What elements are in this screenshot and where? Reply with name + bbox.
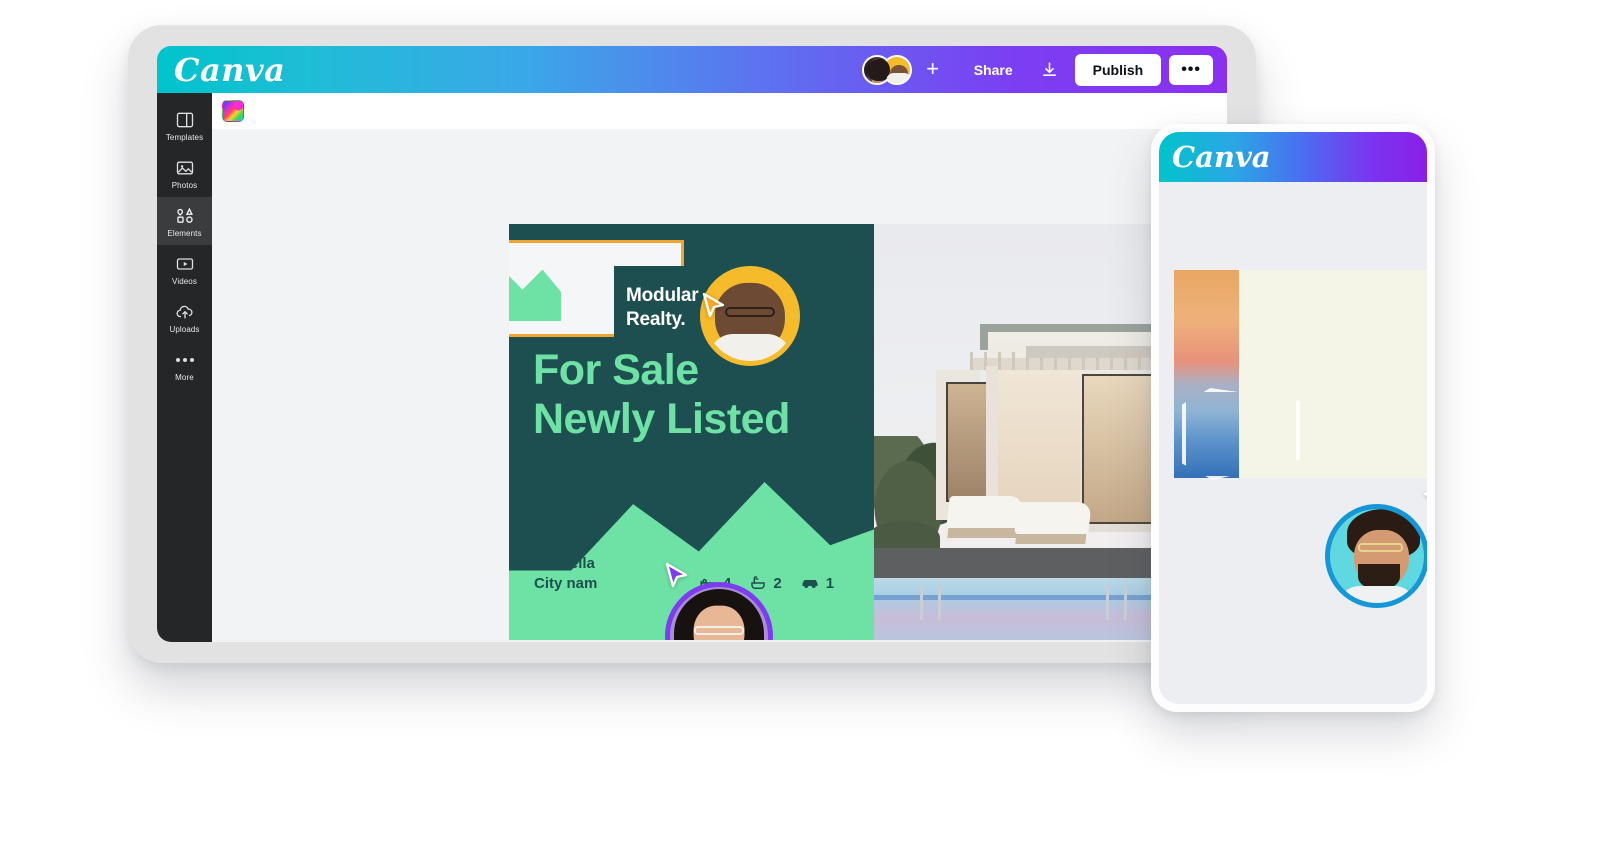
photo-pool-rail [1124, 586, 1127, 620]
sidebar-item-label: Templates [165, 133, 204, 142]
address-line-1: 31 Stella [534, 555, 595, 572]
phone-canva-logo[interactable]: Canva [1172, 140, 1271, 174]
phone-canva-top-bar: Canva [1159, 132, 1427, 182]
photo-pool-rail [920, 586, 923, 620]
spec-value: 1 [825, 574, 835, 592]
uploads-icon [176, 305, 193, 319]
design-artboard[interactable]: For Sale Newly Listed 31 Stella City nam [509, 224, 1227, 640]
collaborator-avatars [861, 54, 912, 85]
green-mountain-logo-mark[interactable] [509, 269, 561, 321]
videos-icon [176, 258, 193, 270]
sidebar-item-elements[interactable]: Elements [157, 197, 212, 245]
avatar-glasses [1358, 542, 1404, 553]
photos-icon [176, 161, 193, 175]
add-collaborator-button[interactable]: + [920, 56, 946, 83]
editor-canvas-area: For Sale Newly Listed 31 Stella City nam [212, 93, 1227, 642]
phone-screen: Canva [1159, 132, 1427, 704]
sidebar-item-label: Photos [171, 181, 198, 190]
share-button[interactable]: Share [960, 55, 1027, 85]
rainbow-color-swatch[interactable] [222, 100, 244, 122]
sidebar-item-photos[interactable]: Photos [157, 149, 212, 197]
avatar-shirt [708, 334, 792, 361]
photo-pool-rail [1106, 586, 1109, 620]
tablet-device: Canva + Share Publish ••• Templates Phot… [128, 25, 1256, 663]
photo-pergola-beams [970, 352, 1160, 370]
bath-icon [751, 576, 766, 589]
sidebar-item-label: More [175, 373, 194, 382]
sidebar-item-more[interactable]: More [157, 341, 212, 389]
publish-button[interactable]: Publish [1074, 53, 1162, 86]
spec-bathrooms: 2 [749, 574, 782, 592]
logo-text-line-1: Modular [626, 285, 699, 306]
more-dots-icon [175, 350, 194, 370]
editor-sidebar: Templates Photos Elements Videos Uploads… [157, 93, 212, 642]
editor-toolbar [212, 93, 1227, 129]
elements-icon [176, 207, 193, 223]
photo-glass-2 [1082, 374, 1154, 524]
sidebar-item-label: Elements [167, 229, 202, 238]
spec-parking: 1 [800, 574, 834, 592]
address-line-2: City nam [534, 575, 598, 592]
phone-design-artboard[interactable] [1174, 270, 1427, 480]
top-bar-actions: + Share Publish ••• [861, 53, 1227, 86]
more-options-button[interactable]: ••• [1169, 54, 1213, 85]
car-icon [802, 580, 818, 588]
sidebar-item-label: Videos [172, 277, 197, 286]
sidebar-item-label: Uploads [169, 325, 200, 334]
photo-pool-rail [938, 586, 941, 620]
avatar-glasses [724, 307, 776, 317]
headline-line-2: Newly Listed [533, 395, 790, 443]
download-icon[interactable] [1035, 55, 1065, 85]
photo-glass-1 [946, 382, 990, 502]
sidebar-item-templates[interactable]: Templates [157, 101, 212, 149]
photo-lounger-2 [1014, 502, 1092, 534]
canva-logo[interactable]: Canva [174, 51, 285, 89]
collaborator-avatar-phone[interactable] [1325, 504, 1427, 608]
sidebar-item-uploads[interactable]: Uploads [157, 293, 212, 341]
phone-device: Canva [1151, 124, 1435, 712]
logo-text: Modular Realty. [626, 284, 699, 332]
avatar-glasses [693, 626, 745, 635]
avatar-shirt [1339, 586, 1415, 603]
canva-top-bar: Canva + Share Publish ••• [157, 46, 1227, 93]
tablet-screen: Canva + Share Publish ••• Templates Phot… [157, 46, 1227, 642]
design-address[interactable]: 31 Stella City nam [534, 554, 654, 594]
templates-icon [176, 112, 193, 128]
screenshot-root: Canva + Share Publish ••• Templates Phot… [0, 0, 1600, 852]
headline-line-1: For Sale [533, 346, 699, 394]
photo-lounger-1 [946, 496, 1024, 528]
design-headline[interactable]: For Sale Newly Listed [533, 346, 863, 444]
sidebar-item-videos[interactable]: Videos [157, 245, 212, 293]
logo-text-line-2: Realty. [626, 309, 686, 330]
spec-value: 2 [773, 574, 782, 592]
